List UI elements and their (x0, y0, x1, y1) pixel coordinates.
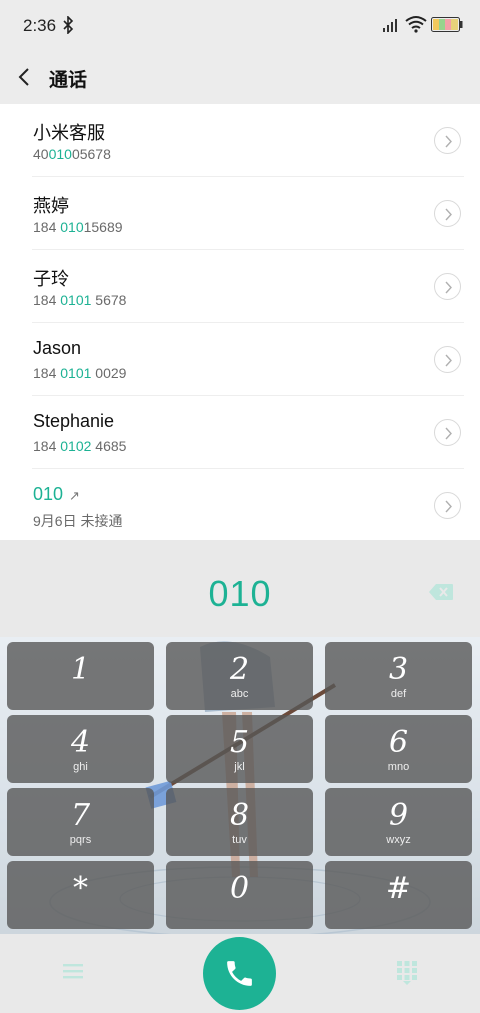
contact-name: 子玲 (33, 269, 69, 289)
phone-icon (227, 961, 252, 986)
top-app-bar: 通话 (0, 52, 480, 104)
key-7[interactable]: 7 pqrs (7, 788, 154, 856)
contact-detail-button[interactable] (434, 346, 461, 373)
key-4[interactable]: 4 ghi (7, 715, 154, 783)
page-title: 通话 (49, 70, 88, 91)
contact-name: Stephanie (33, 411, 115, 431)
status-time: 2:36 (23, 16, 57, 35)
contact-number: 184 01015689 (33, 219, 123, 235)
menu-icon[interactable] (62, 962, 84, 980)
outgoing-call-icon: ↗ (69, 488, 80, 503)
contact-number: 184 0101 0029 (33, 365, 127, 381)
contact-name: 小米客服 (33, 123, 105, 143)
recent-call-item[interactable]: 010 ↗ 9月6日 未接通 (0, 469, 480, 542)
bottom-action-bar (0, 934, 480, 1013)
dialpad-icon[interactable] (396, 960, 418, 986)
key-8[interactable]: 8 tuv (166, 788, 313, 856)
wifi-icon (405, 16, 427, 33)
contact-detail-button[interactable] (434, 200, 461, 227)
contact-detail-button[interactable] (434, 127, 461, 154)
contact-item[interactable]: Jason 184 0101 0029 (0, 323, 480, 396)
contact-item[interactable]: 小米客服 4001005678 (0, 104, 480, 177)
contact-item[interactable]: Stephanie 184 0102 4685 (0, 396, 480, 469)
contact-item[interactable]: 燕婷 184 01015689 (0, 177, 480, 250)
recent-call-detail-button[interactable] (434, 492, 461, 519)
recent-call-number: 010 ↗ (33, 484, 80, 504)
contact-detail-button[interactable] (434, 419, 461, 446)
dialed-number: 010 (208, 573, 272, 614)
key-6[interactable]: 6 mno (325, 715, 472, 783)
key-0[interactable]: 0 (166, 861, 313, 929)
chevron-right-icon (445, 208, 452, 221)
chevron-right-icon (445, 135, 452, 148)
key-2[interactable]: 2 abc (166, 642, 313, 710)
chevron-right-icon (445, 281, 452, 294)
chevron-right-icon (445, 354, 452, 367)
key-9[interactable]: 9 wxyz (325, 788, 472, 856)
key-5[interactable]: 5 jkl (166, 715, 313, 783)
battery-icon (431, 17, 463, 32)
contact-detail-button[interactable] (434, 273, 461, 300)
contact-number: 184 0102 4685 (33, 438, 127, 454)
contact-number: 4001005678 (33, 146, 111, 162)
contact-item[interactable]: 子玲 184 0101 5678 (0, 250, 480, 323)
key-hash[interactable]: # (325, 861, 472, 929)
bluetooth-icon (63, 16, 74, 34)
dialed-digits-bar: 010 (0, 553, 480, 637)
dial-keypad: 1 2 abc 3 def 4 ghi 5 jkl 6 mno 7 pqrs 8… (0, 637, 480, 934)
back-arrow-icon[interactable] (16, 66, 34, 88)
backspace-icon[interactable] (428, 583, 454, 601)
chevron-right-icon (445, 500, 452, 513)
key-star[interactable]: * (7, 861, 154, 929)
contact-name: Jason (33, 338, 82, 358)
signal-icon (383, 19, 397, 32)
search-results-list: 小米客服 4001005678 燕婷 184 01015689 子玲 184 0… (0, 104, 480, 540)
key-3[interactable]: 3 def (325, 642, 472, 710)
chevron-right-icon (445, 427, 452, 440)
key-1[interactable]: 1 (7, 642, 154, 710)
call-button[interactable] (203, 937, 276, 1010)
recent-call-detail: 9月6日 未接通 (33, 513, 123, 529)
contact-name: 燕婷 (33, 196, 69, 216)
contact-number: 184 0101 5678 (33, 292, 127, 308)
status-bar: 2:36 (0, 0, 480, 52)
